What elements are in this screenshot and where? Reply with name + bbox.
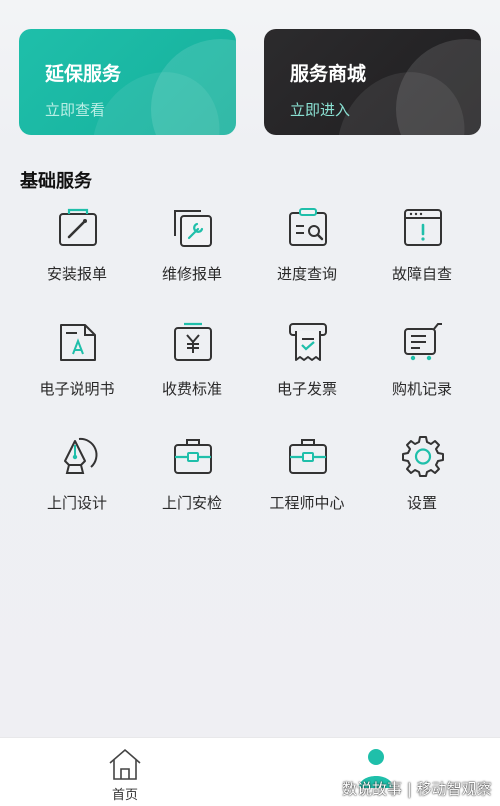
card-subtitle[interactable]: 立即进入 xyxy=(290,99,350,120)
section-title: 基础服务 xyxy=(20,171,92,192)
service-label: 收费标准 xyxy=(161,380,222,398)
service-mall-card[interactable]: 服务商城 立即进入 xyxy=(264,29,481,135)
card-title: 服务商城 xyxy=(290,63,367,85)
service-label: 购机记录 xyxy=(391,380,452,398)
service-home-design[interactable]: 上门设计 xyxy=(19,435,135,535)
install-report-icon xyxy=(59,208,97,246)
home-design-icon xyxy=(64,437,98,474)
service-install-report[interactable]: 安装报单 xyxy=(19,206,135,306)
repair-report-icon xyxy=(174,210,212,247)
tab-home[interactable]: 首页 xyxy=(65,738,185,806)
card-title: 延保服务 xyxy=(45,63,122,85)
e-invoice-icon xyxy=(289,323,327,361)
service-label: 上门安检 xyxy=(161,494,222,512)
service-settings[interactable]: 设置 xyxy=(364,435,480,535)
e-manual-icon xyxy=(60,324,96,361)
top-cards: 延保服务 立即查看 服务商城 立即进入 xyxy=(19,29,481,135)
service-fee-standard[interactable]: 收费标准 xyxy=(134,321,250,421)
fault-check-icon xyxy=(404,209,442,246)
service-home-inspection[interactable]: 上门安检 xyxy=(134,435,250,535)
service-label: 进度查询 xyxy=(276,265,337,283)
service-repair-report[interactable]: 维修报单 xyxy=(134,206,250,306)
service-label: 上门设计 xyxy=(46,494,107,512)
service-label: 电子说明书 xyxy=(39,380,115,398)
tab-label: 首页 xyxy=(111,788,138,803)
progress-query-icon xyxy=(289,208,327,246)
service-purchase-record[interactable]: 购机记录 xyxy=(364,321,480,421)
service-e-invoice[interactable]: 电子发票 xyxy=(249,321,365,421)
engineer-center-icon xyxy=(289,439,327,474)
service-fault-check[interactable]: 故障自查 xyxy=(364,206,480,306)
service-engineer-center[interactable]: 工程师中心 xyxy=(249,435,365,535)
service-label: 工程师中心 xyxy=(269,494,345,512)
fee-standard-icon xyxy=(174,322,212,361)
service-progress-query[interactable]: 进度查询 xyxy=(249,206,365,306)
home-icon xyxy=(109,748,141,780)
service-label: 故障自查 xyxy=(391,265,452,283)
extended-warranty-card[interactable]: 延保服务 立即查看 xyxy=(19,29,236,135)
service-label: 维修报单 xyxy=(161,265,222,283)
service-label: 设置 xyxy=(406,494,437,512)
card-subtitle[interactable]: 立即查看 xyxy=(45,99,105,120)
service-label: 电子发票 xyxy=(276,380,337,398)
service-e-manual[interactable]: 电子说明书 xyxy=(19,321,135,421)
home-inspection-icon xyxy=(174,439,212,474)
service-label: 安装报单 xyxy=(46,265,107,283)
purchase-record-icon xyxy=(404,323,442,361)
watermark: 数说故事 | 移动智观察 xyxy=(342,780,492,798)
settings-icon xyxy=(402,436,444,477)
